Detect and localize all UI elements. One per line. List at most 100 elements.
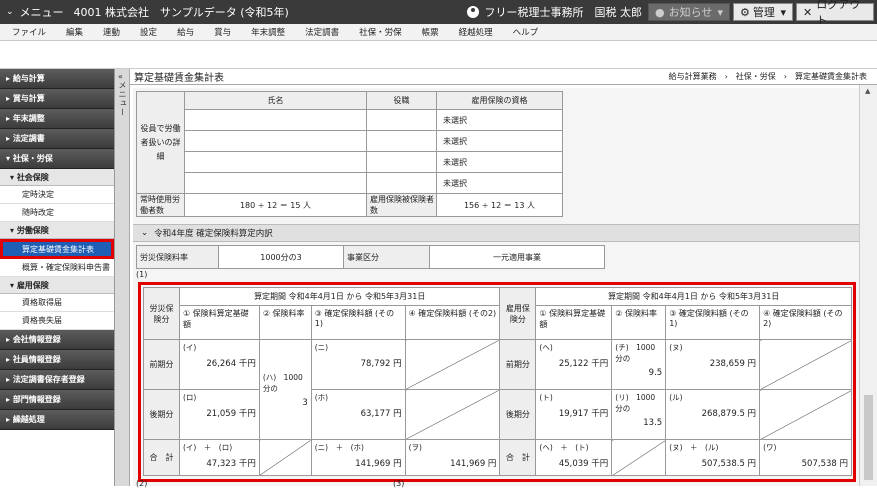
cell-value: 25,122 千円 (558, 359, 609, 369)
header-fixed1: ③ 確定保険料額 (その1) (310, 305, 406, 340)
sidebar-item-dept[interactable]: ▸ 部門情報登録 (0, 390, 114, 410)
sidebar-item-yearend[interactable]: ▸ 年末調整 (0, 109, 114, 129)
row-second: 後期分 (143, 389, 180, 440)
sidebar-leaf-shutoku[interactable]: 資格取得届 (0, 294, 114, 312)
officer-position-input[interactable] (366, 172, 437, 194)
sidebar-sub-labor-ins[interactable]: ▾ 労働保険 (0, 222, 114, 239)
officer-position-input[interactable] (366, 151, 437, 173)
sidebar-sub-social-ins[interactable]: ▾ 社会保険 (0, 169, 114, 186)
manage-button[interactable]: ⚙ 管理 ▾ (733, 3, 793, 21)
rousai-period: 算定期間 令和4年4月1日 から 令和5年3月31日 (178, 287, 501, 306)
cell-label: (ニ) (314, 343, 329, 352)
menu-settings[interactable]: 設定 (140, 26, 157, 38)
header-fixed1: ③ 確定保険料額 (その1) (665, 305, 761, 340)
officer-name-input[interactable] (184, 130, 367, 152)
cell-empty-diag (759, 339, 852, 390)
menu-legal[interactable]: 法定調書 (305, 26, 339, 38)
cell-ht: (ヘ) ＋ (ト) 45,039 千円 (535, 439, 613, 476)
cell-label: (ヘ) ＋ (ト) (539, 443, 589, 452)
toolbar-area (0, 42, 877, 69)
header-rate: ② 保険料率 (258, 305, 312, 340)
cell-empty-diag (404, 389, 501, 440)
menu-file[interactable]: ファイル (12, 26, 46, 38)
cell-to: (ト) 19,917 千円 (535, 389, 613, 440)
menu-edit[interactable]: 編集 (66, 26, 83, 38)
cell-ru: (ル) 268,879.5 円 (665, 389, 761, 440)
officer-name-input[interactable] (184, 151, 367, 173)
cell-label: (ロ) (182, 393, 197, 402)
logout-button[interactable]: ✕ ログアウト (796, 0, 874, 27)
label-regular-workers: 常時使用労働者数 (136, 193, 185, 217)
cell-value: 13.5 (643, 418, 663, 428)
scroll-up-icon[interactable]: ▲ (865, 87, 870, 95)
officer-position-input[interactable] (366, 109, 437, 131)
menu-collapse-tab[interactable]: « メニュー (115, 69, 130, 486)
sidebar-leaf-gaisan[interactable]: 概算・確定保険料申告書 (0, 259, 114, 277)
cell-value: 141,969 円 (450, 459, 497, 469)
cell-label: (チ) 1000分の (615, 343, 656, 363)
sidebar-leaf-teiji[interactable]: 定時決定 (0, 186, 114, 204)
top-bar: ⌄ メニュー 4001 株式会社 サンプルデータ (令和5年) フリー税理士事務… (0, 0, 877, 27)
menu-bonus[interactable]: 賞与 (214, 26, 231, 38)
menu-salary[interactable]: 給与 (177, 26, 194, 38)
scroll-thumb[interactable] (864, 395, 873, 480)
section-header[interactable]: ⌄ 令和4年度 確定保険料算定内訳 (133, 224, 859, 242)
cell-label: (ヘ) (539, 343, 553, 352)
menu-yearend[interactable]: 年末調整 (251, 26, 285, 38)
sidebar-item-bonus[interactable]: ▸ 賞与計算 (0, 89, 114, 109)
menu-link[interactable]: 連動 (103, 26, 120, 38)
officer-name-input[interactable] (184, 172, 367, 194)
sidebar-item-legal[interactable]: ▸ 法定調書 (0, 129, 114, 149)
menu-help[interactable]: ヘルプ (513, 26, 539, 38)
officer-table: 役員で労働者扱いの詳細 氏名 役職 雇用保険の資格 未選択 未選択 未選択 未選… (136, 91, 563, 217)
kubun-value: 一元適用事業 (429, 245, 605, 269)
cell-label: (ル) (669, 393, 683, 402)
employ-select[interactable]: 未選択 (436, 151, 563, 173)
menu-social[interactable]: 社保・労保 (359, 26, 402, 38)
cell-value: 26,264 千円 (206, 359, 256, 369)
sidebar-sub-employ-ins[interactable]: ▾ 雇用保険 (0, 277, 114, 294)
cell-tsu: (ワ) 507,538 円 (759, 439, 852, 476)
sidebar-item-company[interactable]: ▸ 会社情報登録 (0, 330, 114, 350)
cell-value: 268,879.5 円 (701, 409, 757, 419)
col-position: 役職 (366, 91, 437, 110)
notice-button[interactable]: ● お知らせ ▾ (648, 3, 730, 21)
cell-chi: (チ) 1000分の 9.5 (611, 339, 667, 390)
menu-forms[interactable]: 帳票 (422, 26, 439, 38)
employ-select[interactable]: 未選択 (436, 172, 563, 194)
employ-select[interactable]: 未選択 (436, 130, 563, 152)
header-base: ① 保険料算定基礎額 (178, 305, 260, 340)
sidebar-item-label: 法定調書保存者登録 (12, 375, 85, 384)
note-2: (2) (136, 479, 148, 488)
officer-position-input[interactable] (366, 130, 437, 152)
sidebar-leaf-soshitsu[interactable]: 資格喪失届 (0, 312, 114, 330)
sidebar-leaf-zuiji[interactable]: 随時改定 (0, 204, 114, 222)
sidebar-leaf-santei[interactable]: 算定基礎賃金集計表 (0, 239, 114, 259)
sidebar-item-employee[interactable]: ▸ 社員情報登録 (0, 350, 114, 370)
header-rate: ② 保険料率 (611, 305, 667, 340)
collapse-arrow-icon: « (118, 72, 123, 81)
gear-icon: ⚙ (740, 5, 750, 19)
sidebar-item-payer[interactable]: ▸ 法定調書保存者登録 (0, 370, 114, 390)
cell-label: (ヲ) (408, 443, 422, 452)
vertical-scrollbar[interactable]: ▲ (859, 85, 877, 486)
sidebar-item-label: 年末調整 (12, 114, 45, 123)
menu-toggle[interactable]: ⌄ メニュー (6, 4, 64, 20)
sidebar-item-carry[interactable]: ▸ 繰越処理 (0, 410, 114, 430)
menu-carry[interactable]: 経越処理 (459, 26, 493, 38)
sidebar-item-payroll[interactable]: ▸ 給与計算 (0, 69, 114, 89)
sidebar: ▸ 給与計算 ▸ 賞与計算 ▸ 年末調整 ▸ 法定調書 ▾ 社保・労保 ▾ 社会… (0, 69, 115, 486)
cell-ro: (ロ) 21,059 千円 (178, 389, 260, 440)
breadcrumb: 給与計算業務 › 社保・労保 › 算定基礎賃金集計表 (668, 72, 867, 81)
content-area: 役員で労働者扱いの詳細 氏名 役職 雇用保険の資格 未選択 未選択 未選択 未選… (133, 88, 859, 488)
officer-row-label: 役員で労働者扱いの詳細 (136, 91, 185, 194)
employ-select[interactable]: 未選択 (436, 109, 563, 131)
chevron-down-icon: ⌄ (141, 228, 149, 238)
cell-i: (イ) 26,264 千円 (178, 339, 260, 390)
cell-value: 78,792 円 (360, 359, 402, 369)
sidebar-item-label: 法定調書 (12, 134, 45, 143)
cell-label: (ワ) (763, 443, 777, 452)
sidebar-item-social[interactable]: ▾ 社保・労保 (0, 149, 114, 169)
officer-name-input[interactable] (184, 109, 367, 131)
header-base: ① 保険料算定基礎額 (535, 305, 613, 340)
